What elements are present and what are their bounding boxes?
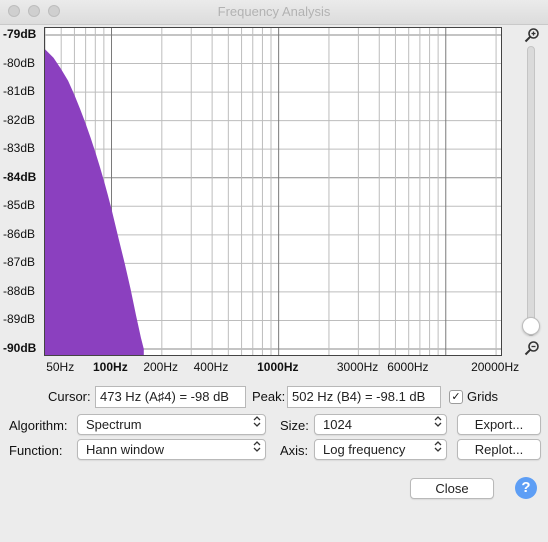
- algorithm-select[interactable]: Spectrum: [77, 414, 266, 435]
- axis-value: Log frequency: [323, 442, 406, 457]
- peak-readout: 502 Hz (B4) = -98.1 dB: [287, 386, 441, 408]
- x-tick-label: 100Hz: [93, 360, 128, 374]
- y-tick-label: -83dB: [3, 141, 36, 156]
- y-tick-label: -86dB: [3, 226, 36, 241]
- spectrum-area: [45, 49, 144, 355]
- algorithm-label: Algorithm:: [9, 418, 68, 433]
- y-tick-label: -81dB: [3, 84, 36, 99]
- y-tick-label: -80dB: [3, 55, 36, 70]
- spectrum-chart: [45, 28, 501, 355]
- x-tick-label: 6000Hz: [387, 360, 429, 374]
- select-arrows-icon: [434, 415, 442, 435]
- close-button[interactable]: Close: [410, 478, 494, 499]
- x-tick-label: 50Hz: [46, 360, 75, 374]
- y-tick-label: -90dB: [3, 341, 37, 355]
- function-value: Hann window: [86, 442, 165, 457]
- title-bar: Frequency Analysis: [0, 0, 548, 25]
- algorithm-value: Spectrum: [86, 417, 142, 432]
- x-tick-label: 400Hz: [193, 360, 229, 374]
- grids-checkbox[interactable]: ✓: [449, 390, 463, 404]
- function-label: Function:: [9, 443, 63, 458]
- spectrum-plot[interactable]: [44, 27, 502, 356]
- axis-label: Axis:: [280, 443, 309, 458]
- y-tick-label: -87dB: [3, 255, 36, 270]
- axis-select[interactable]: Log frequency: [314, 439, 447, 460]
- cursor-readout: 473 Hz (A♯4) = -98 dB: [95, 386, 246, 408]
- x-tick-label: 200Hz: [143, 360, 178, 374]
- vertical-zoom-slider-knob[interactable]: [522, 317, 540, 335]
- select-arrows-icon: [253, 440, 261, 460]
- peak-label: Peak:: [252, 389, 286, 404]
- select-arrows-icon: [434, 440, 442, 460]
- grids-label: Grids: [467, 389, 499, 404]
- y-tick-label: -88dB: [3, 283, 36, 298]
- size-select[interactable]: 1024: [314, 414, 447, 435]
- vertical-zoom-slider-track[interactable]: [527, 46, 535, 336]
- x-tick-label: 20000Hz: [471, 360, 520, 374]
- function-select[interactable]: Hann window: [77, 439, 266, 460]
- export-button[interactable]: Export...: [457, 414, 541, 435]
- x-tick-label: 3000Hz: [336, 360, 379, 374]
- y-tick-label: -85dB: [3, 198, 36, 213]
- y-tick-label: -84dB: [3, 169, 37, 184]
- zoom-in-icon[interactable]: [524, 27, 540, 43]
- zoom-out-icon[interactable]: [524, 340, 540, 356]
- select-arrows-icon: [253, 415, 261, 435]
- y-tick-label: -89dB: [3, 312, 36, 327]
- cursor-label: Cursor:: [48, 389, 91, 404]
- size-value: 1024: [323, 417, 352, 432]
- y-tick-label: -79dB: [3, 27, 37, 41]
- size-label: Size:: [280, 418, 309, 433]
- replot-button[interactable]: Replot...: [457, 439, 541, 460]
- help-icon[interactable]: ?: [515, 477, 537, 499]
- window-title: Frequency Analysis: [217, 4, 331, 19]
- y-tick-label: -82dB: [3, 112, 36, 127]
- x-tick-label: 1000Hz: [257, 360, 299, 374]
